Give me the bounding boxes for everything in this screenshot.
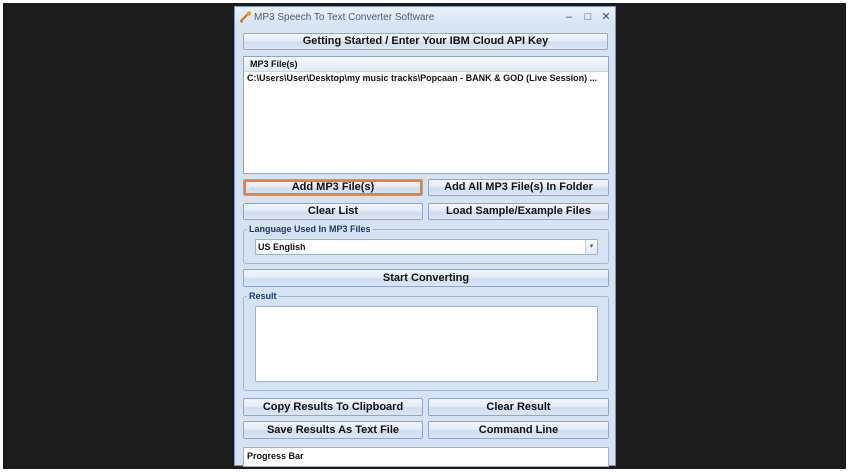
app-window: MP3 Speech To Text Converter Software – … — [234, 6, 616, 467]
language-group-label: Language Used In MP3 Files — [247, 224, 373, 234]
add-mp3-files-button[interactable]: Add MP3 File(s) — [243, 179, 423, 196]
load-samples-button[interactable]: Load Sample/Example Files — [428, 203, 609, 220]
app-icon — [239, 11, 252, 23]
copy-results-label: Copy Results To Clipboard — [262, 401, 404, 413]
progress-bar-label: Progress Bar — [247, 451, 304, 461]
file-list[interactable]: MP3 File(s) C:\Users\User\Desktop\my mus… — [243, 56, 609, 174]
save-results-label: Save Results As Text File — [266, 424, 400, 436]
add-mp3-files-label: Add MP3 File(s) — [291, 181, 375, 193]
language-select[interactable]: US English ▾ — [255, 239, 598, 255]
clear-result-label: Clear Result — [486, 401, 551, 413]
add-folder-label: Add All MP3 File(s) In Folder — [444, 181, 593, 193]
copy-results-button[interactable]: Copy Results To Clipboard — [243, 398, 423, 416]
close-button[interactable]: ✕ — [599, 10, 613, 24]
start-converting-label: Start Converting — [382, 272, 470, 284]
load-samples-label: Load Sample/Example Files — [446, 205, 591, 217]
chevron-down-icon[interactable]: ▾ — [585, 240, 597, 254]
file-list-row[interactable]: C:\Users\User\Desktop\my music tracks\Po… — [247, 73, 597, 83]
progress-bar: Progress Bar — [243, 447, 609, 467]
window-title: MP3 Speech To Text Converter Software — [254, 12, 435, 23]
result-group-label: Result — [247, 291, 279, 301]
minimize-button[interactable]: – — [562, 10, 576, 24]
clear-list-button[interactable]: Clear List — [243, 203, 423, 220]
clear-result-button[interactable]: Clear Result — [428, 398, 609, 416]
title-bar[interactable]: MP3 Speech To Text Converter Software – … — [235, 7, 615, 29]
api-key-button[interactable]: Getting Started / Enter Your IBM Cloud A… — [243, 33, 608, 50]
clear-list-label: Clear List — [307, 205, 359, 217]
file-list-header: MP3 File(s) — [244, 57, 608, 72]
language-selected-value: US English — [258, 242, 306, 252]
result-textbox[interactable] — [255, 306, 598, 382]
add-folder-button[interactable]: Add All MP3 File(s) In Folder — [428, 179, 609, 196]
maximize-button[interactable]: □ — [581, 10, 595, 24]
save-results-button[interactable]: Save Results As Text File — [243, 421, 423, 439]
command-line-label: Command Line — [478, 424, 559, 436]
api-key-button-label: Getting Started / Enter Your IBM Cloud A… — [302, 35, 549, 47]
start-converting-button[interactable]: Start Converting — [243, 269, 609, 287]
command-line-button[interactable]: Command Line — [428, 421, 609, 439]
